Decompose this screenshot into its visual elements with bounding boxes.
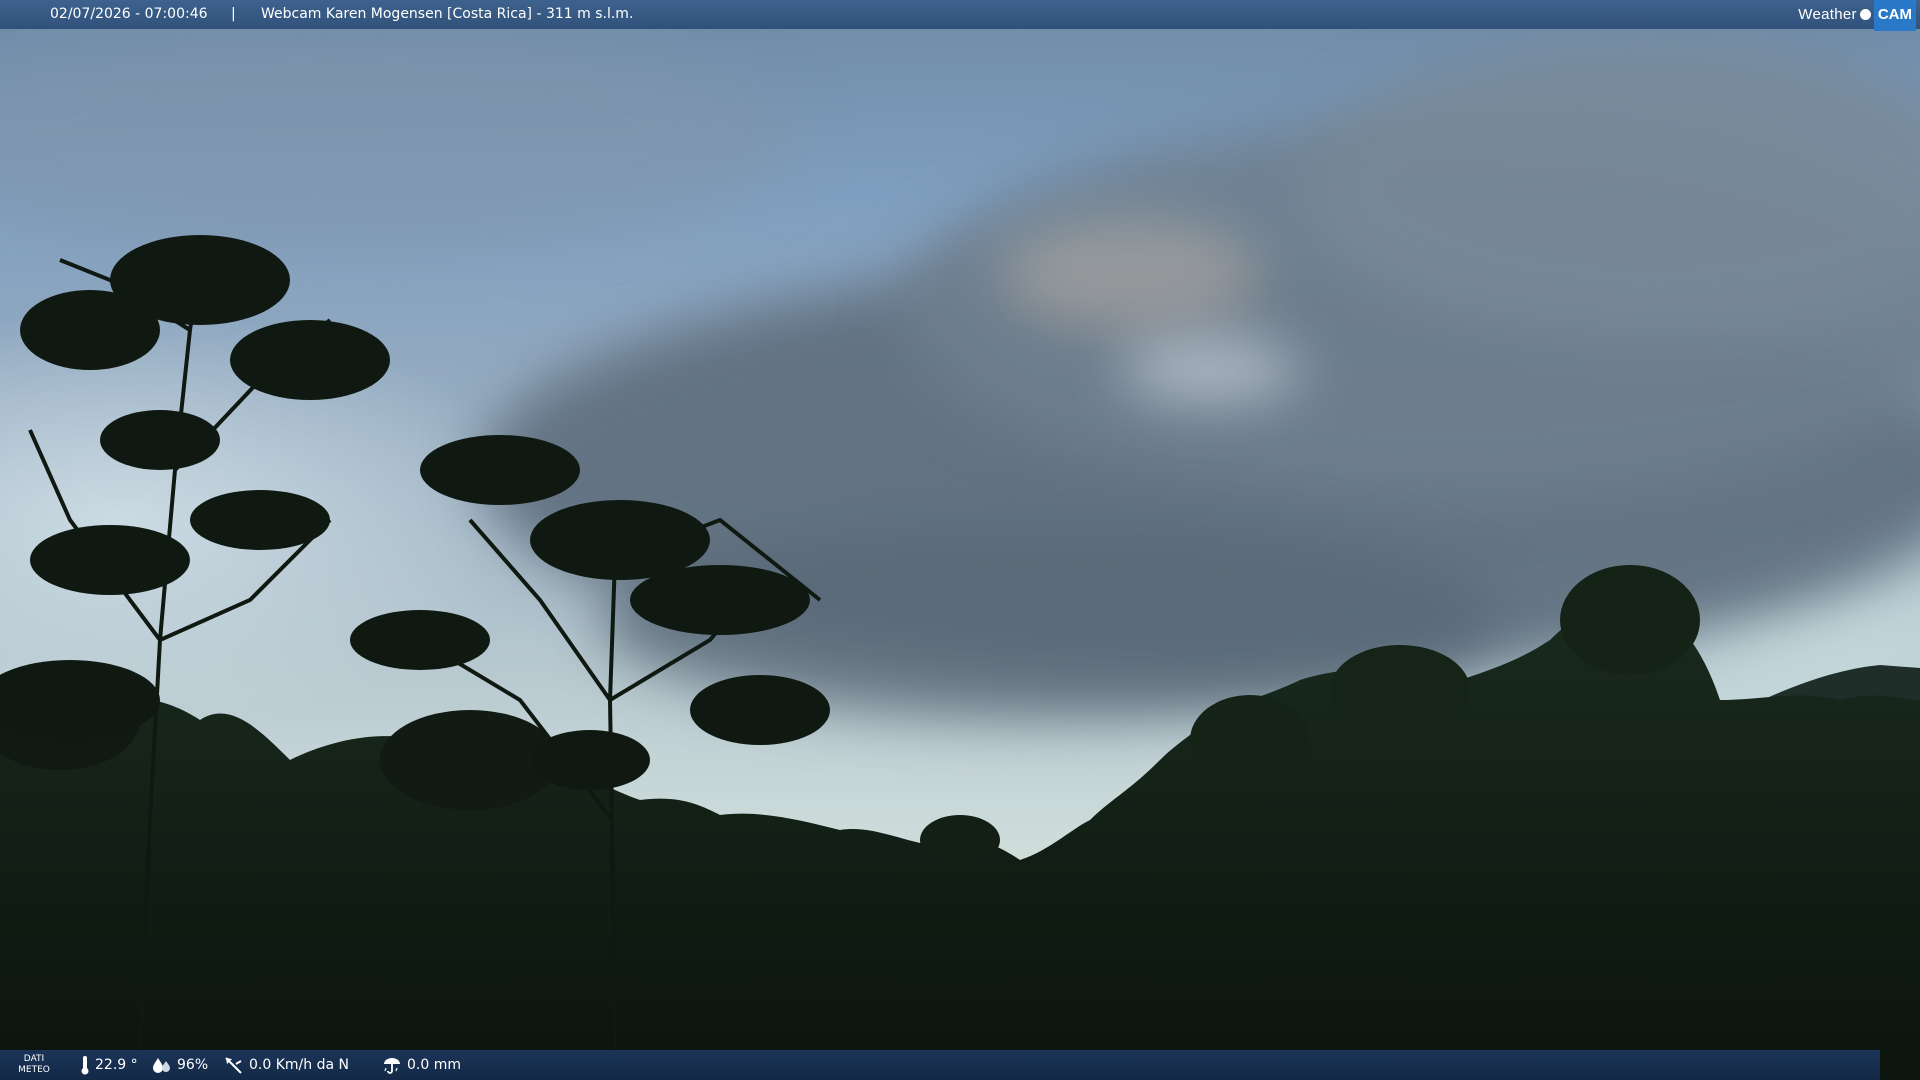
webcam-title: Webcam Karen Mogensen [Costa Rica] - 311… (261, 6, 634, 22)
wind-value: 0.0 Km/h da N (249, 1057, 349, 1073)
tall-tree-left-foliage (0, 235, 390, 740)
tree-crown (920, 815, 1000, 865)
humidity-reading: 96% (152, 1050, 208, 1080)
timestamp: 02/07/2026 - 07:00:46 (50, 6, 208, 22)
temperature-reading: 22.9 ° (80, 1050, 138, 1080)
rain-reading: 0.0 mm (382, 1050, 461, 1080)
globe-icon (1859, 9, 1871, 20)
weather-data-label: DATI METEO (16, 1054, 52, 1076)
wind-reading: 0.0 Km/h da N (224, 1050, 349, 1080)
rain-gauge-icon (382, 1056, 402, 1074)
webcam-info-bar: 02/07/2026 - 07:00:46 | Webcam Karen Mog… (0, 0, 1920, 31)
humidity-value: 96% (177, 1057, 209, 1073)
tree-crown (1190, 695, 1310, 785)
separator: | (231, 6, 236, 22)
webcam-image: 02/07/2026 - 07:00:46 | Webcam Karen Mog… (0, 0, 1920, 1080)
brand-cam-text: CAM (1873, 0, 1916, 31)
temperature-value: 22.9 ° (95, 1057, 138, 1073)
weathercam-logo: Weather CAM (1790, 0, 1920, 31)
brand-weather-text: Weather (1798, 6, 1857, 23)
tree-crown (1560, 565, 1700, 675)
weather-data-label-line1: DATI (23, 1054, 45, 1064)
rain-value: 0.0 mm (407, 1057, 461, 1073)
tree-crown (1330, 645, 1470, 735)
weather-data-bar: DATI METEO 22.9 ° 96% 0.0 Km/h da N 0.0 … (0, 1050, 1880, 1080)
humidity-drops-icon (152, 1056, 172, 1074)
forest-silhouette (0, 235, 1920, 1080)
thermometer-icon (80, 1055, 90, 1075)
weather-data-label-line2: METEO (18, 1065, 50, 1075)
wind-vane-icon (224, 1055, 244, 1075)
